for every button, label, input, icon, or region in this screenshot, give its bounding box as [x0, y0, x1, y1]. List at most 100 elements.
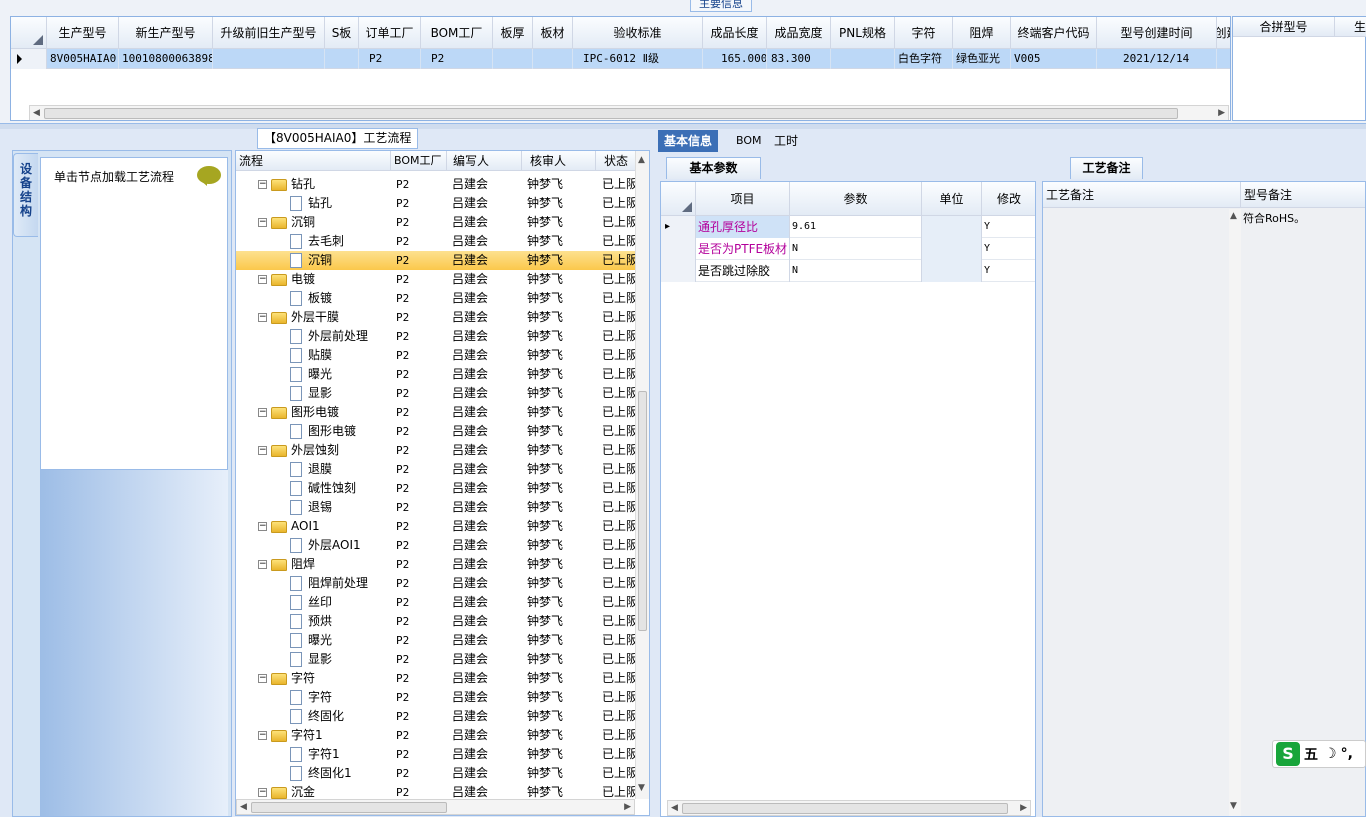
- tab-basic-info[interactable]: 基本信息: [658, 130, 719, 152]
- tree-node-label[interactable]: 退锡: [308, 498, 332, 517]
- tree-cell-status[interactable]: 已上阪: [602, 612, 638, 631]
- merge-model-grid[interactable]: 合拼型号 生: [1232, 16, 1366, 121]
- col-9[interactable]: 成品长度: [703, 17, 767, 49]
- scroll-up-icon[interactable]: ▲: [1230, 211, 1237, 221]
- col-4[interactable]: 订单工厂: [359, 17, 421, 49]
- tree-cell-writer[interactable]: 吕建会: [452, 650, 488, 669]
- cell-created[interactable]: 2021/12/14: [1097, 49, 1217, 69]
- tree-node-label[interactable]: 外层前处理: [308, 327, 368, 346]
- tree-vscroll[interactable]: ▲ ▼: [635, 151, 649, 799]
- tree-row[interactable]: 外层前处理 P2 吕建会 钟梦飞 已上阪: [236, 327, 638, 346]
- tree-cell-status[interactable]: 已上阪: [602, 308, 638, 327]
- cell-old-model[interactable]: [213, 49, 325, 69]
- tree-node-label[interactable]: 字符: [308, 688, 332, 707]
- tree-node-label[interactable]: 钻孔: [308, 194, 332, 213]
- row-indicator-icon[interactable]: ▸: [661, 216, 696, 238]
- tree-cell-status[interactable]: 已上阪: [602, 764, 638, 783]
- cell-creator[interactable]: [1217, 49, 1230, 69]
- tree-row[interactable]: − 钻孔 P2 吕建会 钟梦飞 已上阪: [236, 175, 638, 194]
- tree-cell-reviewer[interactable]: 钟梦飞: [527, 460, 563, 479]
- tree-row[interactable]: 沉铜 P2 吕建会 钟梦飞 已上阪: [236, 251, 638, 270]
- tree-cell-writer[interactable]: 吕建会: [452, 403, 488, 422]
- param-cell-unit[interactable]: [922, 216, 982, 238]
- tree-cell-reviewer[interactable]: 钟梦飞: [527, 365, 563, 384]
- tree-cell-factory[interactable]: P2: [396, 270, 409, 289]
- tree-cell-reviewer[interactable]: 钟梦飞: [527, 593, 563, 612]
- cell-material[interactable]: [533, 49, 573, 69]
- tree-cell-factory[interactable]: P2: [396, 707, 409, 726]
- col-process-remark[interactable]: 工艺备注: [1043, 182, 1241, 208]
- tree-cell-writer[interactable]: 吕建会: [452, 251, 488, 270]
- tree-cell-factory[interactable]: P2: [396, 593, 409, 612]
- tree-node-label[interactable]: 丝印: [308, 593, 332, 612]
- tree-node-label[interactable]: 沉铜: [308, 251, 332, 270]
- tree-row[interactable]: 钻孔 P2 吕建会 钟梦飞 已上阪: [236, 194, 638, 213]
- tree-cell-reviewer[interactable]: 钟梦飞: [527, 384, 563, 403]
- col-unit[interactable]: 单位: [922, 182, 982, 216]
- tree-node-label[interactable]: 碱性蚀刻: [308, 479, 356, 498]
- tree-cell-status[interactable]: 已上阪: [602, 650, 638, 669]
- col-merge-extra[interactable]: 生: [1335, 17, 1366, 37]
- tree-cell-reviewer[interactable]: 钟梦飞: [527, 631, 563, 650]
- tree-cell-status[interactable]: 已上阪: [602, 346, 638, 365]
- tree-node-label[interactable]: 沉铜: [291, 213, 315, 232]
- tree-row[interactable]: 贴膜 P2 吕建会 钟梦飞 已上阪: [236, 346, 638, 365]
- tree-cell-writer[interactable]: 吕建会: [452, 460, 488, 479]
- tree-cell-reviewer[interactable]: 钟梦飞: [527, 536, 563, 555]
- param-hscroll[interactable]: ◀ ▶: [667, 800, 1031, 816]
- tree-cell-writer[interactable]: 吕建会: [452, 365, 488, 384]
- tree-cell-status[interactable]: 已上阪: [602, 384, 638, 403]
- collapse-icon[interactable]: −: [258, 674, 267, 683]
- tree-row[interactable]: 显影 P2 吕建会 钟梦飞 已上阪: [236, 384, 638, 403]
- tree-node-label[interactable]: 终固化1: [308, 764, 352, 783]
- tree-cell-factory[interactable]: P2: [396, 726, 409, 745]
- tree-node-label[interactable]: 电镀: [291, 270, 315, 289]
- tree-cell-status[interactable]: 已上阪: [602, 593, 638, 612]
- cell-thickness[interactable]: [493, 49, 533, 69]
- tree-row[interactable]: − 沉铜 P2 吕建会 钟梦飞 已上阪: [236, 213, 638, 232]
- tree-hscroll-thumb[interactable]: [251, 802, 447, 813]
- col-reviewer[interactable]: 核审人: [522, 151, 596, 171]
- tree-row[interactable]: 退锡 P2 吕建会 钟梦飞 已上阪: [236, 498, 638, 517]
- tree-cell-writer[interactable]: 吕建会: [452, 327, 488, 346]
- tree-cell-status[interactable]: 已上阪: [602, 194, 638, 213]
- tree-cell-factory[interactable]: P2: [396, 384, 409, 403]
- tree-cell-writer[interactable]: 吕建会: [452, 517, 488, 536]
- tree-row[interactable]: 碱性蚀刻 P2 吕建会 钟梦飞 已上阪: [236, 479, 638, 498]
- collapse-icon[interactable]: −: [258, 788, 267, 797]
- tree-cell-reviewer[interactable]: 钟梦飞: [527, 669, 563, 688]
- collapse-icon[interactable]: −: [258, 218, 267, 227]
- tree-row[interactable]: 丝印 P2 吕建会 钟梦飞 已上阪: [236, 593, 638, 612]
- tree-cell-writer[interactable]: 吕建会: [452, 498, 488, 517]
- tab-bom[interactable]: BOM: [730, 130, 768, 152]
- row-indicator-icon[interactable]: [11, 49, 47, 69]
- horizontal-splitter[interactable]: [0, 124, 1366, 129]
- tree-cell-status[interactable]: 已上阪: [602, 669, 638, 688]
- tree-cell-factory[interactable]: P2: [396, 650, 409, 669]
- tree-node-label[interactable]: 字符1: [308, 745, 340, 764]
- tree-cell-writer[interactable]: 吕建会: [452, 384, 488, 403]
- collapse-icon[interactable]: −: [258, 446, 267, 455]
- tree-cell-status[interactable]: 已上阪: [602, 498, 638, 517]
- tree-cell-factory[interactable]: P2: [396, 441, 409, 460]
- cell-char[interactable]: 白色字符: [895, 49, 953, 69]
- tree-cell-factory[interactable]: P2: [396, 251, 409, 270]
- tree-node-label[interactable]: 字符: [291, 669, 315, 688]
- param-grid[interactable]: 项目 参数 单位 修改 ▸ 通孔厚径比 9.61 Y 是否为PTFE板材 N Y 是否跳过除胶…: [660, 181, 1036, 817]
- collapse-icon[interactable]: −: [258, 731, 267, 740]
- tree-cell-writer[interactable]: 吕建会: [452, 707, 488, 726]
- scroll-down-icon[interactable]: ▼: [638, 783, 645, 793]
- tree-row[interactable]: 去毛刺 P2 吕建会 钟梦飞 已上阪: [236, 232, 638, 251]
- tree-node-label[interactable]: 终固化: [308, 707, 344, 726]
- tree-cell-reviewer[interactable]: 钟梦飞: [527, 612, 563, 631]
- tree-node-label[interactable]: 显影: [308, 650, 332, 669]
- tree-cell-status[interactable]: 已上阪: [602, 365, 638, 384]
- scroll-right-icon[interactable]: ▶: [624, 802, 631, 812]
- tree-cell-reviewer[interactable]: 钟梦飞: [527, 650, 563, 669]
- sogou-icon[interactable]: S: [1276, 742, 1300, 766]
- tree-node-label[interactable]: 贴膜: [308, 346, 332, 365]
- tree-row[interactable]: 预烘 P2 吕建会 钟梦飞 已上阪: [236, 612, 638, 631]
- cell-pnl[interactable]: [831, 49, 895, 69]
- col-11[interactable]: PNL规格: [831, 17, 895, 49]
- tree-row[interactable]: 终固化 P2 吕建会 钟梦飞 已上阪: [236, 707, 638, 726]
